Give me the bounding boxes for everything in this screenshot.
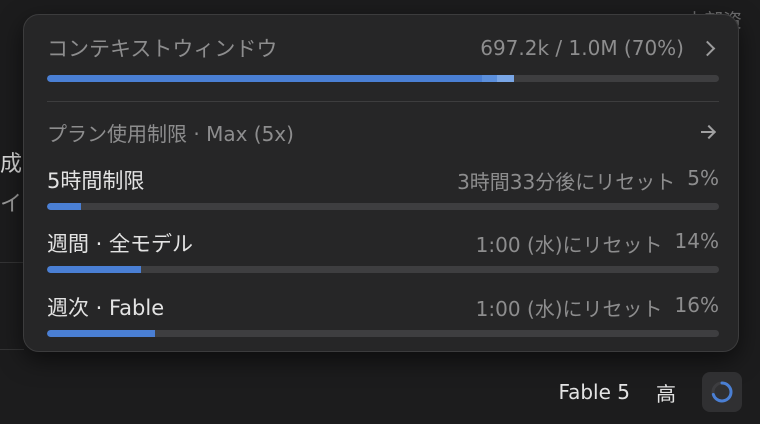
effort-selector[interactable]: 高 — [656, 378, 676, 407]
limit-progress-track — [47, 330, 719, 337]
limit-progress-track — [47, 266, 719, 273]
context-window-bar-segment — [47, 75, 482, 82]
divider — [0, 349, 24, 350]
context-window-bar — [47, 75, 719, 82]
limit-percent: 5% — [687, 165, 719, 190]
composer-footer: Fable 5 高 — [558, 372, 742, 412]
context-window-bar-segment — [481, 75, 498, 82]
limit-percent: 16% — [674, 292, 719, 317]
background-text: 成 — [0, 152, 23, 177]
limit-status: 1:00 (水)にリセット 14% — [476, 229, 719, 258]
limit-5-hour: 5時間制限 3時間33分後にリセット 5% — [47, 165, 719, 210]
progress-ring-icon — [711, 381, 733, 403]
limit-progress-track — [47, 203, 719, 210]
limit-weekly-fable: 週次 · Fable 1:00 (水)にリセット 16% — [47, 292, 719, 337]
limit-progress-fill — [47, 203, 81, 210]
limit-weekly-all-models: 週間 · 全モデル 1:00 (水)にリセット 14% — [47, 228, 719, 273]
limit-status: 1:00 (水)にリセット 16% — [476, 293, 719, 322]
usage-ring-button[interactable] — [702, 372, 742, 412]
plan-usage-title: プラン使用制限 · Max (5x) — [47, 121, 294, 146]
arrow-right-icon — [701, 124, 717, 140]
divider — [47, 101, 719, 102]
limit-progress-fill — [47, 330, 155, 337]
context-window-row[interactable]: コンテキストウィンドウ 697.2k / 1.0M (70%) — [47, 33, 719, 63]
chevron-right-icon — [699, 40, 716, 56]
context-window-bar-segment — [497, 75, 515, 82]
limit-reset: 1:00 (水)にリセット — [475, 296, 663, 321]
context-window-title: コンテキストウィンドウ — [47, 37, 278, 61]
limit-reset: 1:00 (水)にリセット — [475, 232, 663, 257]
limit-name: 週間 · 全モデル — [47, 232, 194, 256]
context-window-usage: 697.2k / 1.0M (70%) — [480, 36, 684, 60]
context-window-usage-group: 697.2k / 1.0M (70%) — [480, 36, 719, 60]
plan-usage-row[interactable]: プラン使用制限 · Max (5x) — [47, 117, 719, 147]
limit-status: 3時間33分後にリセット 5% — [457, 166, 719, 195]
divider — [0, 262, 24, 263]
limit-name: 5時間制限 — [47, 169, 145, 193]
limit-progress-fill — [47, 266, 142, 273]
limit-reset: 3時間33分後にリセット — [457, 169, 676, 194]
model-selector[interactable]: Fable 5 — [558, 380, 630, 404]
limit-name: 週次 · Fable — [47, 296, 165, 320]
limit-percent: 14% — [674, 228, 719, 253]
background-text: イ — [0, 192, 23, 217]
usage-popup: コンテキストウィンドウ 697.2k / 1.0M (70%) プラン使用制限 … — [23, 14, 739, 352]
